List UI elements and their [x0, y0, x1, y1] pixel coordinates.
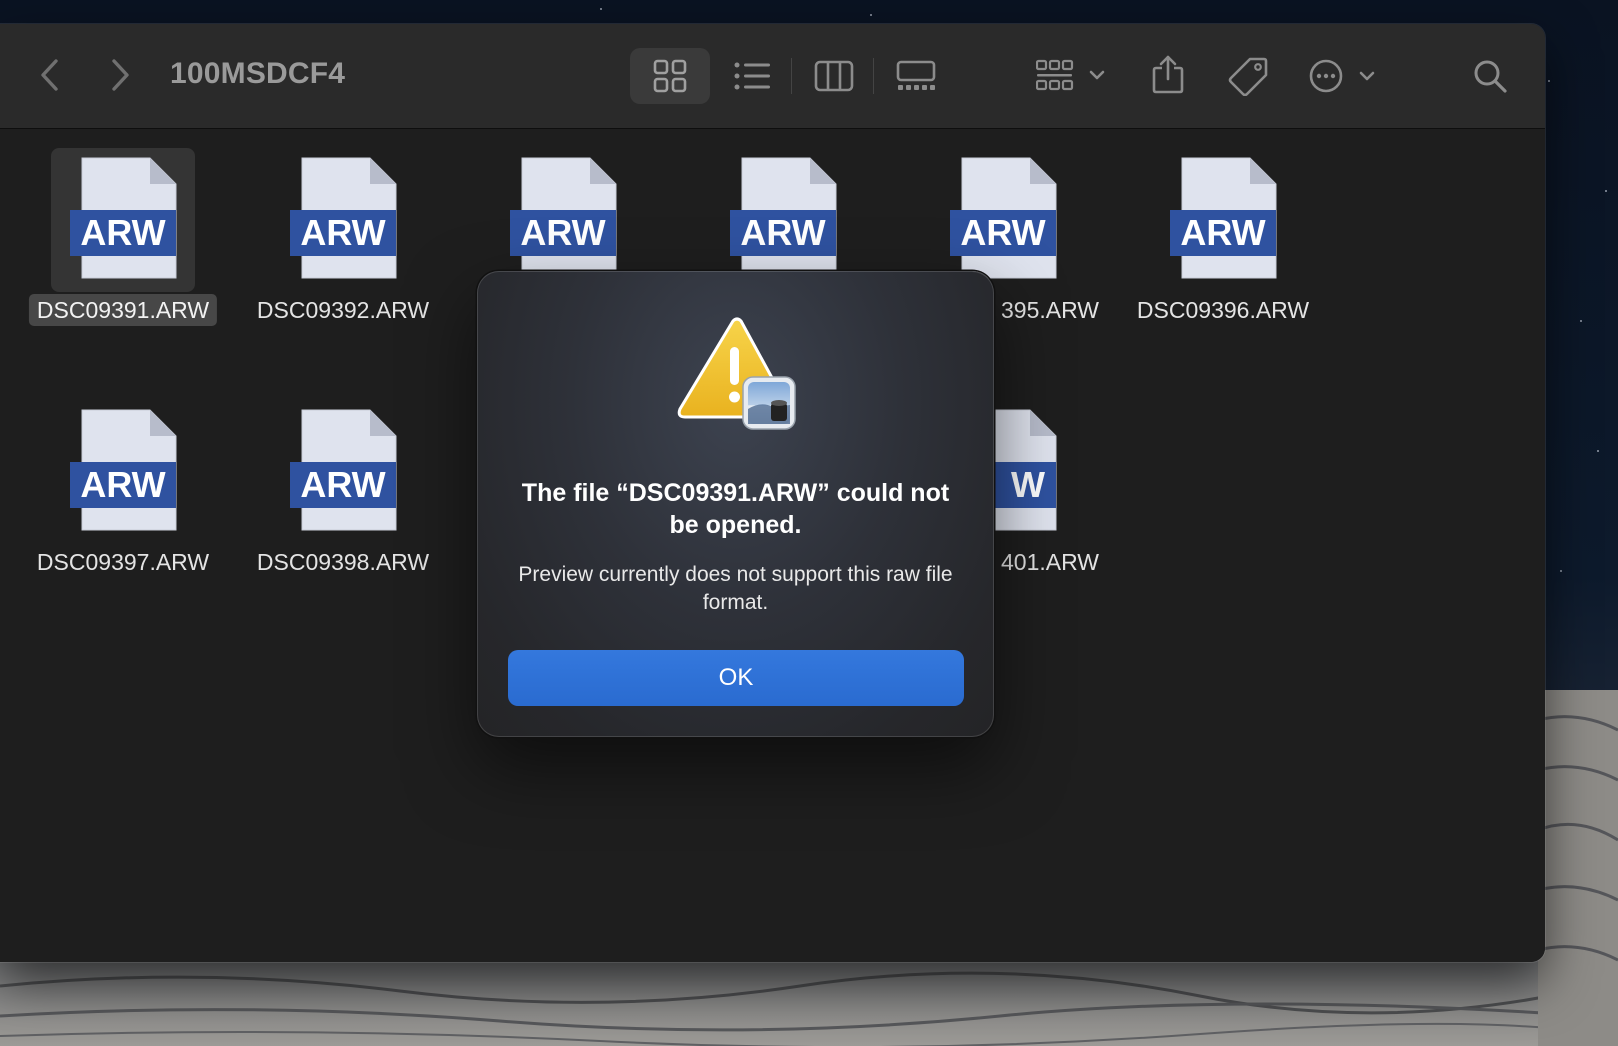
chevron-right-icon[interactable]: [104, 54, 136, 96]
dialog-message: Preview currently does not support this …: [518, 563, 953, 614]
arw-file-icon: ARW: [290, 157, 397, 279]
arw-file-icon: ARW: [1170, 157, 1277, 279]
star: [1560, 570, 1562, 572]
group-grid-icon[interactable]: [1036, 52, 1110, 100]
arw-file-icon: ARW: [70, 157, 177, 279]
chevron-left-icon[interactable]: [34, 54, 66, 96]
file-name: DSC09397.ARW: [36, 549, 210, 575]
ok-button[interactable]: OK: [508, 650, 964, 706]
dialog-title: The file “DSC09391.ARW” could not be ope…: [521, 479, 950, 539]
rock-cliff: [1538, 690, 1618, 1046]
file-item[interactable]: ARW DSC09391.ARW: [13, 148, 233, 348]
alert-dialog: The file “DSC09391.ARW” could not be ope…: [477, 271, 994, 737]
star: [870, 14, 872, 16]
file-name: DSC09392.ARW: [256, 297, 430, 323]
file-badge: ARW: [520, 212, 605, 253]
star: [1580, 320, 1582, 322]
file-item[interactable]: ARW DSC09392.ARW: [233, 148, 453, 348]
file-name: DSC09391.ARW: [28, 294, 218, 326]
file-badge: ARW: [740, 212, 825, 253]
star: [600, 8, 602, 10]
window-title: 100MSDCF4: [170, 57, 346, 90]
finder-toolbar: 100MSDCF4: [0, 24, 1545, 129]
file-badge: ARW: [80, 464, 165, 505]
arw-file-icon: ARW: [70, 409, 177, 531]
arw-file-icon: ARW: [730, 157, 837, 279]
file-badge: ARW: [960, 212, 1045, 253]
toolbar-divider: [791, 58, 792, 94]
icon-view-icon[interactable]: [630, 48, 710, 104]
gallery-view-icon[interactable]: [890, 52, 942, 100]
star: [1605, 190, 1607, 192]
file-name: DSC09396.ARW: [1136, 297, 1310, 323]
column-view-icon[interactable]: [810, 52, 858, 100]
list-view-icon[interactable]: [730, 52, 774, 100]
file-item[interactable]: ARW DSC09396.ARW: [1113, 148, 1333, 348]
file-badge: ARW: [1180, 212, 1265, 253]
file-name: 395.ARW: [1001, 297, 1100, 323]
tag-icon[interactable]: [1224, 52, 1272, 100]
star: [1597, 450, 1599, 452]
file-badge: ARW: [80, 212, 165, 253]
share-icon[interactable]: [1148, 48, 1188, 100]
file-badge: W: [1011, 464, 1045, 505]
ellipsis-circle-icon[interactable]: [1308, 52, 1384, 100]
warning-triangle-with-preview-icon: [677, 317, 796, 430]
star: [1548, 80, 1550, 82]
toolbar-divider: [873, 58, 874, 94]
file-item[interactable]: ARW DSC09397.ARW: [13, 400, 233, 600]
file-name: DSC09398.ARW: [256, 549, 430, 575]
file-badge: ARW: [300, 212, 385, 253]
file-item[interactable]: ARW DSC09398.ARW: [233, 400, 453, 600]
arw-file-icon: ARW: [290, 409, 397, 531]
file-badge: ARW: [300, 464, 385, 505]
arw-file-icon: ARW: [510, 157, 617, 279]
file-name: 401.ARW: [1001, 549, 1100, 575]
arw-file-icon: ARW: [950, 157, 1057, 279]
search-icon[interactable]: [1470, 52, 1510, 100]
